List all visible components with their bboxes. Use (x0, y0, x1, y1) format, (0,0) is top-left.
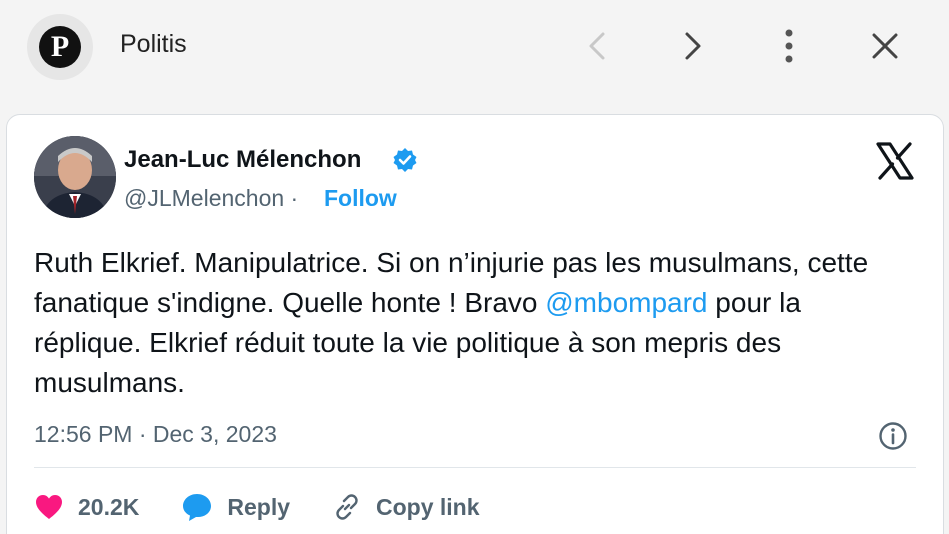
chevron-left-icon (589, 32, 605, 60)
tweet-card: Jean-Luc Mélenchon @JLMelenchon · Follow… (6, 114, 944, 534)
tweet-text: Ruth Elkrief. Manipulatrice. Si on n’inj… (34, 243, 914, 403)
avatar-image (34, 136, 116, 218)
like-button[interactable]: 20.2K (34, 493, 139, 521)
tweet-actions: 20.2K Reply Copy link (34, 487, 522, 527)
app-title: Politis (120, 30, 187, 58)
reply-label: Reply (227, 493, 291, 520)
more-options-button[interactable] (767, 24, 811, 68)
info-icon[interactable] (877, 420, 909, 452)
publisher-logo: P (27, 14, 93, 80)
back-button[interactable] (575, 24, 619, 68)
verified-badge-icon (393, 148, 417, 172)
close-icon (872, 33, 898, 59)
handle-separator: · (284, 185, 299, 211)
like-count: 20.2K (78, 493, 140, 520)
chevron-right-icon (685, 32, 701, 60)
copy-link-button[interactable]: Copy link (332, 492, 480, 522)
reply-button[interactable]: Reply (181, 492, 290, 522)
tweet-timestamp[interactable]: 12:56 PM · Dec 3, 2023 (34, 421, 277, 448)
follow-link[interactable]: Follow (324, 185, 397, 212)
heart-icon (36, 495, 62, 519)
copy-link-label: Copy link (376, 493, 480, 520)
x-logo-icon[interactable] (875, 141, 915, 181)
author-handle: @JLMelenchon · (124, 185, 298, 212)
close-button[interactable] (863, 24, 907, 68)
handle-text[interactable]: @JLMelenchon (124, 185, 284, 211)
mention-link[interactable]: @mbompard (545, 287, 707, 318)
divider (34, 467, 916, 468)
reply-bubble-icon (183, 494, 212, 521)
forward-button[interactable] (671, 24, 715, 68)
avatar[interactable] (34, 136, 116, 218)
app-bar: P Politis (0, 0, 949, 92)
author-name[interactable]: Jean-Luc Mélenchon (124, 146, 361, 174)
more-vertical-icon (785, 29, 793, 63)
link-icon (336, 494, 358, 520)
politis-logo-icon: P (39, 26, 81, 68)
